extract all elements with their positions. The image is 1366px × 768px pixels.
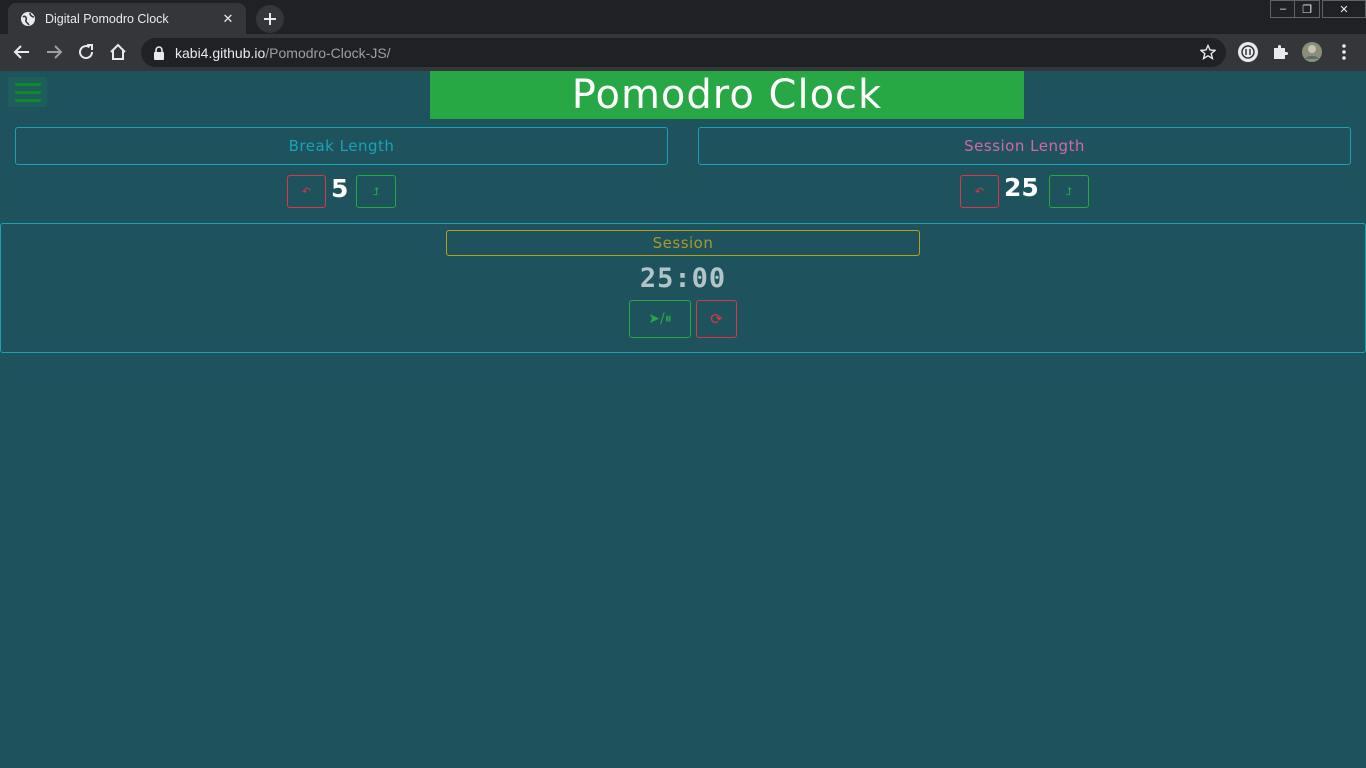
browser-tab-bar: Digital Pomodro Clock ✕ – ❐ ✕ — [0, 0, 1366, 34]
window-close-button[interactable]: ✕ — [1322, 0, 1366, 18]
break-length-label: Break Length — [15, 127, 668, 165]
back-button[interactable] — [10, 40, 34, 64]
hamburger-icon-bar — [14, 90, 41, 94]
hamburger-icon-bar — [14, 98, 41, 102]
page-title: Pomodro Clock — [430, 71, 1024, 119]
tab-close-icon[interactable]: ✕ — [220, 11, 236, 27]
url-path: /Pomodro-Clock-JS/ — [265, 44, 391, 61]
extensions-puzzle-button[interactable] — [1268, 40, 1292, 64]
puzzle-icon — [1274, 45, 1288, 59]
redo-arrow-icon: ⮥ — [372, 184, 380, 198]
profile-avatar[interactable] — [1300, 40, 1324, 64]
forward-button[interactable] — [42, 40, 66, 64]
session-decrement-button[interactable]: ↶ — [960, 175, 999, 208]
redo-arrow-icon: ⮥ — [1065, 184, 1073, 198]
break-increment-button[interactable]: ⮥ — [356, 175, 396, 208]
play-pause-icon: ➤/⏸ — [648, 311, 672, 327]
lock-icon — [154, 45, 164, 60]
reload-button[interactable] — [74, 40, 98, 64]
extension-circle-icon — [1238, 42, 1258, 62]
break-length-value: 5 — [331, 174, 349, 203]
extension-button[interactable] — [1236, 40, 1260, 64]
plus-icon — [264, 13, 276, 25]
start-stop-button[interactable]: ➤/⏸ — [629, 300, 691, 338]
browser-menu-button[interactable] — [1332, 40, 1356, 64]
browser-tab[interactable]: Digital Pomodro Clock ✕ — [8, 3, 246, 34]
hamburger-icon-bar — [14, 82, 41, 86]
window-minimize-button[interactable]: – — [1270, 0, 1296, 18]
home-button[interactable] — [106, 40, 130, 64]
hamburger-menu-button[interactable] — [8, 77, 47, 107]
bookmark-star-icon[interactable] — [1199, 43, 1217, 64]
globe-icon — [20, 11, 36, 27]
reset-icon: ⟳ — [710, 310, 723, 328]
session-increment-button[interactable]: ⮥ — [1049, 175, 1089, 208]
tab-title: Digital Pomodro Clock — [45, 11, 169, 26]
home-icon — [110, 43, 126, 60]
browser-toolbar: kabi4.github.io/Pomodro-Clock-JS/ — [0, 34, 1366, 71]
arrow-left-icon — [13, 45, 29, 59]
undo-arrow-icon: ↶ — [301, 185, 312, 198]
url-text: kabi4.github.io/Pomodro-Clock-JS/ — [175, 45, 391, 61]
address-bar[interactable]: kabi4.github.io/Pomodro-Clock-JS/ — [141, 38, 1226, 67]
kebab-menu-icon — [1342, 44, 1346, 60]
arrow-right-icon — [47, 45, 63, 59]
window-restore-button[interactable]: ❐ — [1294, 0, 1320, 18]
session-length-value: 25 — [1004, 173, 1039, 202]
reset-button[interactable]: ⟳ — [696, 300, 737, 338]
time-left: 25:00 — [639, 263, 727, 294]
undo-arrow-icon: ↶ — [974, 185, 985, 198]
url-host: kabi4.github.io — [175, 44, 266, 61]
new-tab-button[interactable] — [256, 5, 284, 33]
session-length-label: Session Length — [698, 127, 1351, 165]
reload-icon — [79, 44, 94, 60]
break-decrement-button[interactable]: ↶ — [287, 175, 326, 208]
timer-label: Session — [446, 230, 920, 256]
avatar-icon — [1302, 42, 1322, 62]
